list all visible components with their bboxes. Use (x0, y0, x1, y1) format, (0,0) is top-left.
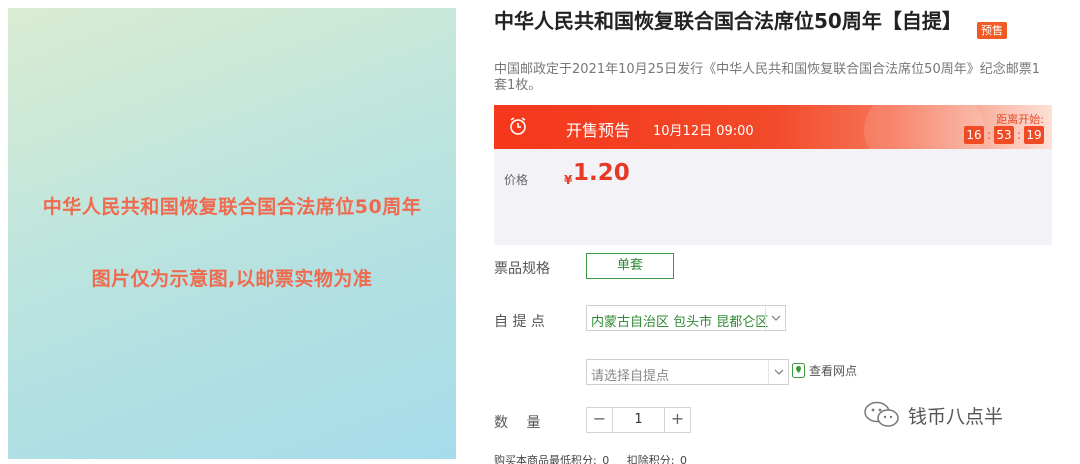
region-select[interactable]: 内蒙古自治区 包头市 昆都仑区 (586, 305, 786, 331)
pickup-point-select[interactable]: 请选择自提点 (586, 359, 789, 385)
presale-badge: 预售 (977, 22, 1007, 39)
product-title: 中华人民共和国恢复联合国合法席位50周年【自提】 (494, 9, 962, 33)
min-points-label: 购买本商品最低积分: (494, 454, 597, 464)
spec-option-single-set[interactable]: 单套 (586, 253, 674, 279)
map-pin-icon (792, 363, 805, 378)
countdown-timer: 16 : 53 : 19 (964, 126, 1044, 144)
product-subtitle: 中国邮政定于2021年10月25日发行《中华人民共和国恢复联合国合法席位50周年… (494, 62, 1040, 93)
product-image: 中华人民共和国恢复联合国合法席位50周年 图片仅为示意图,以邮票实物为准 (8, 8, 456, 459)
quantity-decrease-button[interactable]: − (587, 408, 613, 432)
price-currency: ¥ (564, 173, 573, 187)
alarm-clock-icon (508, 116, 528, 136)
sale-banner: 开售预告 10月12日 09:00 距离开始: 16 : 53 : 19 (494, 105, 1052, 149)
watermark: 钱币八点半 (862, 400, 1003, 430)
quantity-value[interactable]: 1 (613, 408, 664, 432)
price-panel: 价格 ¥ 1.20 (494, 149, 1052, 245)
countdown-separator: : (986, 128, 992, 142)
price-value: 1.20 (573, 160, 630, 186)
points-info: 购买本商品最低积分: 0 扣除积分: 0 (494, 452, 689, 464)
quantity-stepper: − 1 + (586, 407, 691, 433)
image-caption-note: 图片仅为示意图,以邮票实物为准 (91, 268, 373, 290)
spec-label: 票品规格 (494, 261, 550, 277)
quantity-increase-button[interactable]: + (664, 408, 690, 432)
region-select-value: 内蒙古自治区 包头市 昆都仑区 (591, 315, 769, 330)
quantity-label: 数 量 (494, 415, 541, 431)
price-label: 价格 (504, 173, 529, 187)
pickup-label: 自 提 点 (494, 314, 545, 330)
image-caption-title: 中华人民共和国恢复联合国合法席位50周年 (42, 196, 422, 218)
chevron-down-icon[interactable] (765, 306, 785, 330)
countdown-label: 距离开始: (996, 113, 1044, 126)
countdown-seconds: 19 (1024, 126, 1044, 144)
wechat-icon (864, 401, 899, 427)
countdown-separator: : (1016, 128, 1022, 142)
pickup-point-placeholder: 请选择自提点 (591, 369, 670, 384)
min-points-value: 0 (602, 454, 610, 464)
view-points-label: 查看网点 (809, 364, 858, 378)
countdown-hours: 16 (964, 126, 984, 144)
sale-label: 开售预告 (566, 121, 631, 140)
view-points-link[interactable]: 查看网点 (792, 362, 857, 379)
deduct-points-value: 0 (679, 454, 687, 464)
countdown-minutes: 53 (994, 126, 1014, 144)
chevron-down-icon[interactable] (768, 360, 788, 384)
watermark-text: 钱币八点半 (908, 405, 1004, 428)
deduct-points-label: 扣除积分: (626, 454, 675, 464)
sale-start-time: 10月12日 09:00 (653, 124, 754, 139)
